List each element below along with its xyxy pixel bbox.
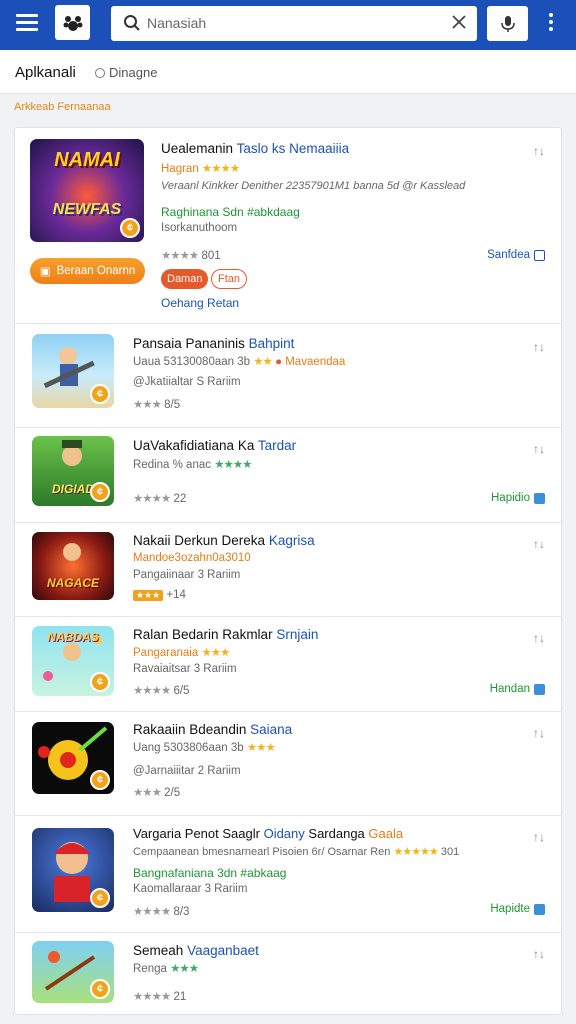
list-item[interactable]: NABDAS ¢ Ralan Bedarin Rakmlar Srnjain P… xyxy=(15,617,561,712)
install-button[interactable]: ▣ Beraan Onarnn xyxy=(30,258,145,284)
app-thumbnail[interactable]: ¢ xyxy=(32,828,114,912)
app-title[interactable]: Nakaii Derkun Dereka Kagrisa xyxy=(133,533,315,548)
radio-label: Dinagne xyxy=(109,65,158,80)
app-thumbnail[interactable]: ¢ xyxy=(32,941,114,1003)
list-item[interactable]: ¢ Rakaaiin Bdeandin Saiana Uang 5303806a… xyxy=(15,712,561,816)
gift-icon: ▣ xyxy=(39,266,51,278)
app-thumbnail[interactable]: NAGACE xyxy=(32,532,114,600)
app-thumbnail[interactable]: ¢ xyxy=(32,722,114,794)
rating-line: Renga ★★★ xyxy=(133,963,199,975)
chevron-icon[interactable]: ↑↓ xyxy=(533,947,545,961)
right-tag[interactable]: Handan xyxy=(490,683,545,695)
reviews-line: ★★★★ 6/5 xyxy=(133,685,190,697)
app-list: NAMAI NEWFAS ¢ ▣ Beraan Onarnn Uealemani… xyxy=(14,127,562,1015)
list-item[interactable]: DIGIAD ¢ UaVakafidiatiana Ka Tardar Redi… xyxy=(15,428,561,523)
stars-badge: ★★★ xyxy=(133,590,164,601)
app-logo-icon[interactable] xyxy=(55,5,90,40)
app-title[interactable]: Pansaia Pananinis Bahpint xyxy=(133,336,294,351)
search-input[interactable] xyxy=(147,13,437,33)
reviews-line: ★★★ 2/5 xyxy=(133,787,181,799)
right-tag[interactable]: Hapidte xyxy=(490,903,545,915)
list-item[interactable]: NAGACE Nakaii Derkun Dereka Kagrisa Mand… xyxy=(15,523,561,617)
rating-line: Pangaranaia ★★★ xyxy=(133,647,230,659)
rating-line: Uang 5303806aan 3b ★★★ xyxy=(133,742,276,754)
rating-line: Redina % anac ★★★★ xyxy=(133,459,252,471)
meta-line: Isorkanuthoom xyxy=(161,222,238,234)
badge-icon: ¢ xyxy=(90,384,110,404)
square-icon xyxy=(534,249,545,261)
reviews-line: ★★★ 8/5 xyxy=(133,399,181,411)
tab-apps[interactable]: Aplkanali xyxy=(15,64,76,81)
section-label: Arkkeab Fernaanaa xyxy=(14,101,111,113)
voice-search-button[interactable] xyxy=(487,6,528,41)
chevron-icon[interactable]: ↑↓ xyxy=(533,726,545,740)
search-bar[interactable] xyxy=(111,6,477,41)
reviews-line: ★★★★ 801 xyxy=(161,250,221,262)
more-link[interactable]: Oehang Retan xyxy=(161,296,239,310)
tag-line: Raghinana Sdn #abkdaag xyxy=(161,205,300,219)
menu-icon[interactable] xyxy=(16,14,38,32)
tag-line: Bangnafaniana 3dn #abkaag xyxy=(133,866,287,880)
app-title[interactable]: Vargaria Penot Saaglr Oidany Sardanga Ga… xyxy=(133,826,403,841)
badge-icon: ¢ xyxy=(90,482,110,502)
chevron-icon[interactable]: ↑↓ xyxy=(533,631,545,645)
app-title[interactable]: Uealemanin Taslo ks Nemaaiiia xyxy=(161,141,349,156)
chip-outline[interactable]: Ftan xyxy=(211,269,248,289)
reviews-line: ★★★★ 8/3 xyxy=(133,906,190,918)
badge-icon: ¢ xyxy=(90,888,110,908)
app-title[interactable]: Ralan Bedarin Rakmlar Srnjain xyxy=(133,627,318,642)
rating-line: Cempaanean bmesnarnearl Pisoien 6r/ Osar… xyxy=(133,846,460,858)
app-thumbnail[interactable]: DIGIAD ¢ xyxy=(32,436,114,506)
meta-line: Pangaiinaar 3 Rariim xyxy=(133,569,241,581)
chevron-icon[interactable]: ↑↓ xyxy=(533,442,545,456)
list-item[interactable]: ¢ Vargaria Penot Saaglr Oidany Sardanga … xyxy=(15,816,561,933)
badge-icon: ¢ xyxy=(90,672,110,692)
app-title[interactable]: Semeah Vaaganbaet xyxy=(133,943,259,958)
square-icon xyxy=(534,903,545,915)
list-item[interactable]: ¢ Pansaia Pananinis Bahpint Uaua 5313008… xyxy=(15,324,561,428)
reviews-line: ★★★★ 22 xyxy=(133,493,187,505)
badge-icon: ¢ xyxy=(90,979,110,999)
chevron-icon[interactable]: ↑↓ xyxy=(533,830,545,844)
chevron-icon[interactable]: ↑↓ xyxy=(533,340,545,354)
reviews-line: ★★★★ 21 xyxy=(133,991,187,1003)
reviews-line: ★★★ +14 xyxy=(133,589,186,601)
radio-icon xyxy=(95,67,105,78)
right-tag[interactable]: Sanfdea xyxy=(487,249,545,261)
right-tag[interactable]: Hapidio xyxy=(491,492,545,504)
app-thumbnail[interactable]: NAMAI NEWFAS ¢ xyxy=(30,139,144,242)
radio-filter[interactable]: Dinagne xyxy=(95,65,157,80)
app-thumbnail[interactable]: ¢ xyxy=(32,334,114,408)
list-item[interactable]: NAMAI NEWFAS ¢ ▣ Beraan Onarnn Uealemani… xyxy=(15,128,561,324)
mic-icon xyxy=(500,15,515,32)
square-icon xyxy=(534,492,545,504)
meta-line: @Jkatiialtar S Rariim xyxy=(133,376,241,388)
app-title[interactable]: Rakaaiin Bdeandin Saiana xyxy=(133,722,292,737)
clear-icon[interactable] xyxy=(451,14,467,30)
search-icon xyxy=(124,15,140,31)
chevron-icon[interactable]: ↑↓ xyxy=(533,537,545,551)
square-icon xyxy=(534,683,545,695)
chevron-icon[interactable]: ↑↓ xyxy=(533,144,545,158)
thumb-label: NEWFAS xyxy=(52,201,122,218)
badge-icon: ¢ xyxy=(90,770,110,790)
rating-line: Mandoe3ozahn0a3010 xyxy=(133,552,251,564)
description-line: Veraanl Kinkker Denither 22357901M1 bann… xyxy=(161,180,466,192)
stars-icon: ★★★★ xyxy=(201,163,240,175)
app-thumbnail[interactable]: NABDAS ¢ xyxy=(32,626,114,696)
meta-line: Kaomallaraar 3 Rariim xyxy=(133,883,248,895)
meta-line: @Jarnaiiitar 2 Rariim xyxy=(133,765,241,777)
top-app-bar xyxy=(0,0,576,50)
list-item[interactable]: ¢ Semeah Vaaganbaet Renga ★★★ ★★★★ 21 ↑↓ xyxy=(15,933,561,1016)
app-title[interactable]: UaVakafidiatiana Ka Tardar xyxy=(133,438,296,453)
badge-icon: ¢ xyxy=(120,218,140,238)
chip-red[interactable]: Daman xyxy=(161,269,209,289)
rating-line: Uaua 53130080aan 3b ★★ ● Mavaendaa xyxy=(133,356,346,368)
meta-line: Ravaiaitsar 3 Rariim xyxy=(133,663,237,675)
filter-row: Aplkanali Dinagne xyxy=(0,50,576,94)
more-vert-icon[interactable] xyxy=(549,13,555,35)
rating-line: Hagran ★★★★ xyxy=(161,163,240,175)
